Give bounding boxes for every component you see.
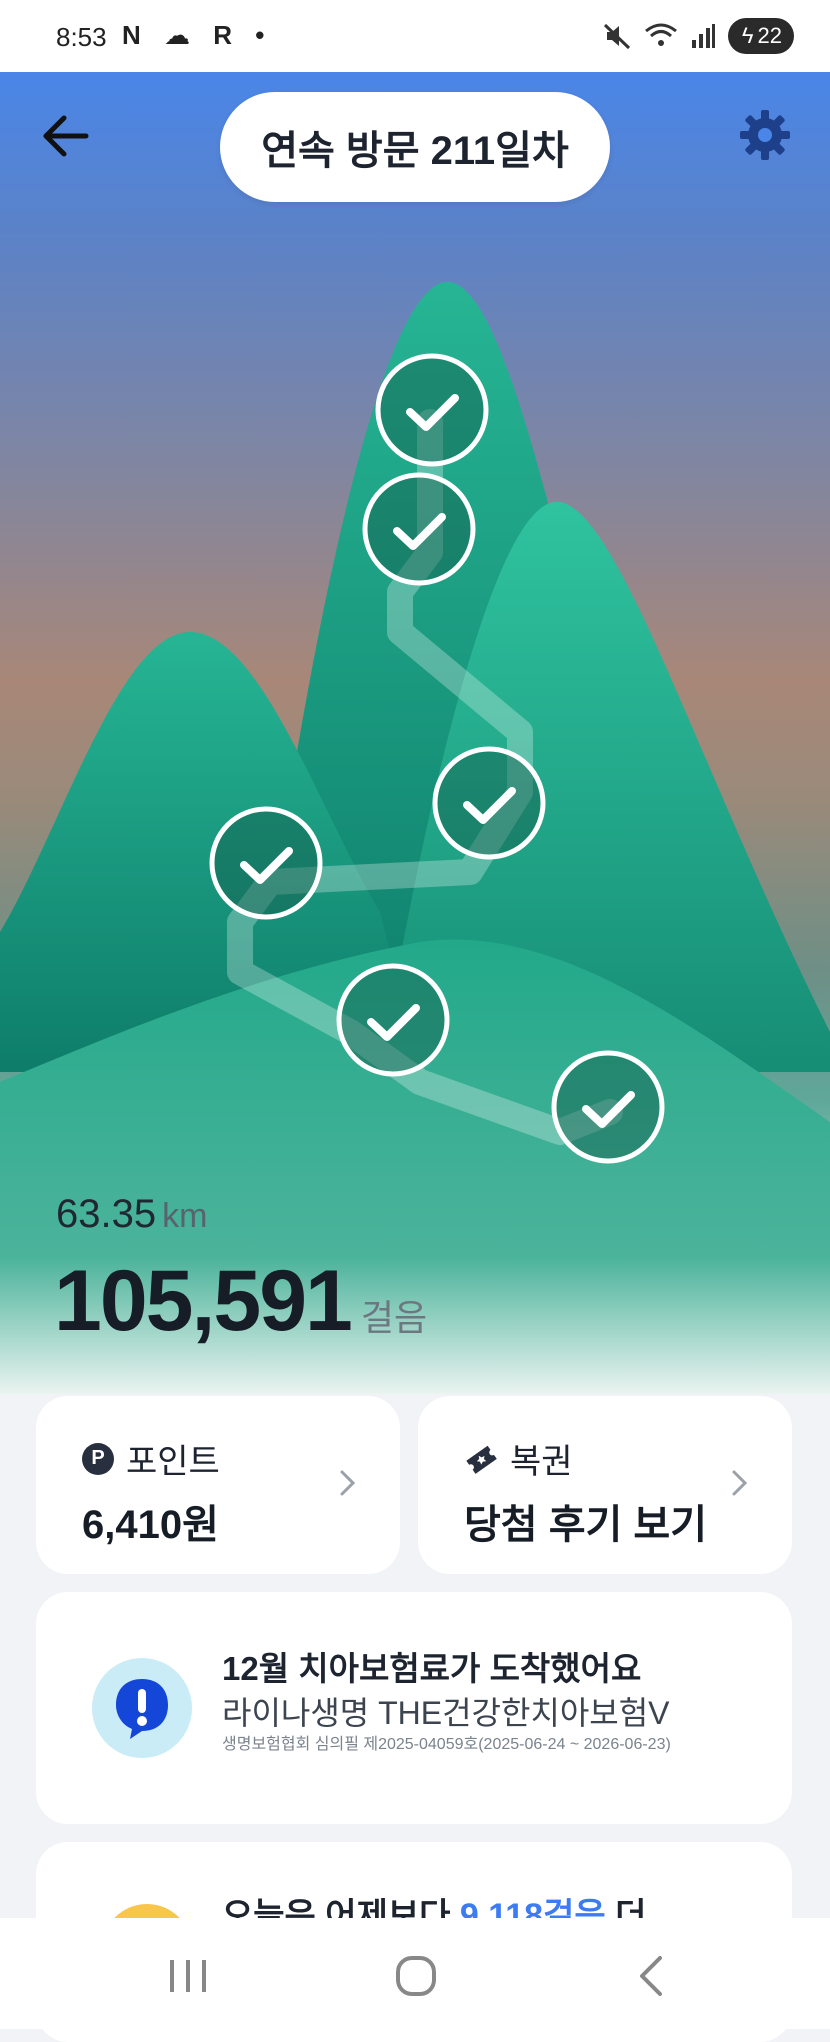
points-label: 포인트 — [126, 1443, 220, 1481]
distance-unit: km — [162, 1197, 208, 1235]
battery-badge: ϟ 22 — [727, 18, 794, 54]
steps-value: 105,591 — [54, 1253, 353, 1349]
insurance-disclaimer: 생명보험협회 심의필 제2025-04059호(2025-06-24 ~ 202… — [222, 1736, 671, 1753]
gear-icon — [740, 110, 790, 160]
checkpoint-6-icon — [551, 1050, 665, 1164]
chevron-right-icon — [340, 1470, 356, 1496]
wifi-icon — [644, 23, 677, 46]
system-nav-bar — [0, 1918, 830, 2029]
recent-apps-icon[interactable] — [158, 1948, 218, 2004]
point-coin-icon: P — [82, 1442, 114, 1475]
streak-badge: 연속 방문 211일차 — [220, 92, 610, 202]
chevron-right-icon — [732, 1470, 748, 1496]
points-value: 6,410원 — [82, 1503, 219, 1547]
lottery-value: 당첨 후기 보기 — [464, 1503, 708, 1547]
checkpoint-4-icon — [209, 806, 323, 920]
back-icon[interactable] — [622, 1948, 682, 2004]
alert-badge — [92, 1658, 192, 1758]
charging-icon: ϟ — [741, 23, 754, 48]
insurance-banner[interactable]: 12월 치아보험료가 도착했어요 라이나생명 THE건강한치아보험V 생명보험협… — [36, 1592, 792, 1824]
checkpoint-3-icon — [432, 746, 546, 860]
signal-icon — [691, 24, 715, 48]
insurance-subtitle: 라이나생명 THE건강한치아보험V — [222, 1695, 670, 1731]
points-card[interactable]: P 포인트 6,410원 — [36, 1396, 400, 1574]
points-label-row: P 포인트 — [82, 1434, 220, 1483]
lottery-label: 복권 — [510, 1443, 573, 1481]
battery-level: 22 — [757, 23, 782, 48]
status-right: ϟ 22 — [602, 18, 794, 54]
settings-button[interactable] — [736, 106, 794, 164]
streak-label: 연속 방문 211일차 — [261, 129, 569, 173]
checkpoint-1-icon — [375, 353, 489, 467]
insurance-title: 12월 치아보험료가 도착했어요 — [222, 1650, 642, 1687]
distance-value: 63.35 — [56, 1192, 157, 1236]
status-bar: 8:53 N ☁ R • ϟ 22 — [0, 0, 830, 72]
back-arrow-icon — [43, 115, 89, 157]
back-button[interactable] — [38, 108, 94, 164]
checkpoint-5-icon — [336, 963, 450, 1077]
mute-icon — [603, 23, 630, 50]
checkpoint-2-icon — [362, 472, 476, 586]
steps-unit: 걸음 — [360, 1297, 428, 1338]
status-app-icons: N ☁ R • — [122, 20, 273, 50]
home-icon[interactable] — [386, 1948, 446, 2004]
ticket-icon — [466, 1445, 497, 1474]
lottery-card[interactable]: 복권 당첨 후기 보기 — [418, 1396, 792, 1574]
steps-readout: 105,591 걸음 — [54, 1252, 427, 1351]
exclamation-icon — [116, 1679, 168, 1739]
distance-readout: 63.35 km — [56, 1192, 207, 1237]
status-time: 8:53 — [56, 22, 107, 52]
lottery-label-row: 복권 — [464, 1434, 573, 1483]
hero-section: 연속 방문 211일차 63.35 km 105,591 걸음 — [0, 72, 830, 1394]
